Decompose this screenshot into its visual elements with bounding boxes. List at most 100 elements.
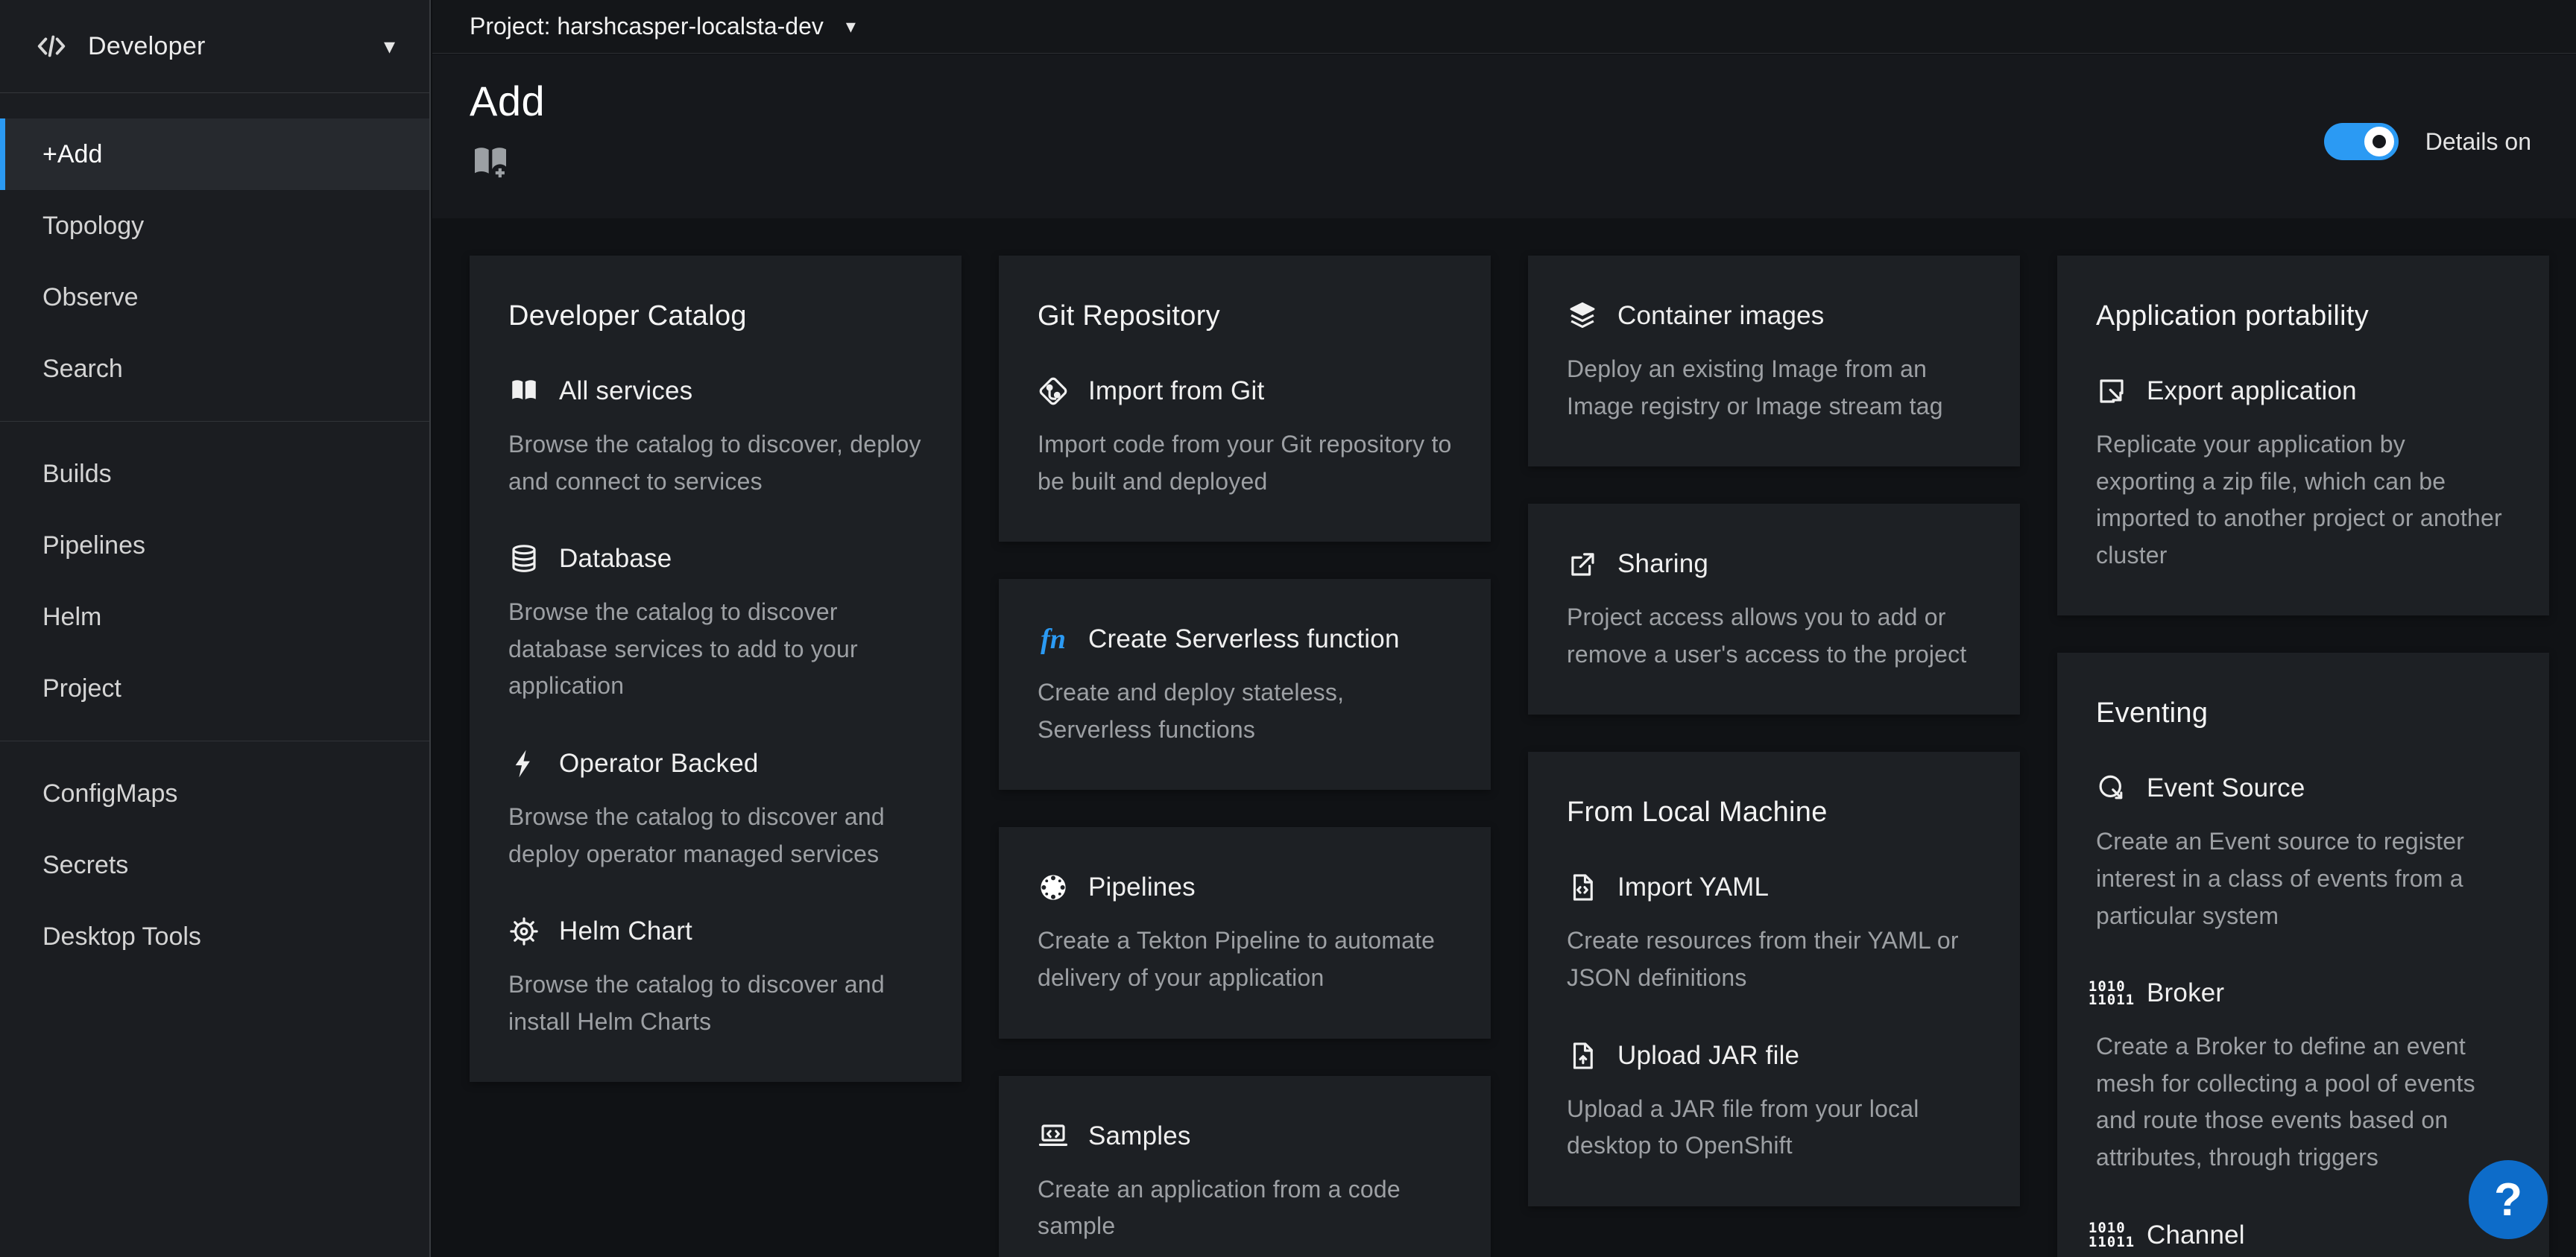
add-card: EventingEvent SourceCreate an Event sour… [2057, 653, 2549, 1257]
project-switcher[interactable]: Project: harshcasper-localsta-dev ▾ [470, 13, 856, 40]
item-label: Sharing [1617, 549, 1708, 579]
add-card-item: All services Browse the catalog to discov… [508, 376, 923, 500]
sidebar-nav: +AddTopologyObserveSearch BuildsPipelines… [0, 93, 429, 972]
add-card-item: 1010 11011ChannelCreate a Knative Channe… [2096, 1220, 2510, 1257]
item-label: Channel [2147, 1220, 2245, 1250]
item-label: All services [559, 376, 692, 406]
add-card-item: Import from GitImport code from your Git… [1038, 376, 1452, 500]
add-card-item: Import YAMLCreate resources from their Y… [1567, 872, 1981, 996]
add-card: Sharing Project access allows you to add … [1528, 504, 2020, 715]
item-label: Export application [2147, 376, 2357, 406]
add-action-event-source[interactable]: Event Source [2096, 773, 2510, 804]
chevron-down-icon: ▾ [384, 34, 395, 60]
item-description: Replicate your application by exporting … [2096, 426, 2510, 574]
add-action-upload-jar-file[interactable]: Upload JAR file [1567, 1040, 1981, 1071]
card-title: Git Repository [1038, 300, 1452, 332]
sidebar-item-search[interactable]: Search [0, 333, 429, 405]
item-label: Samples [1088, 1121, 1191, 1151]
add-action-import-yaml[interactable]: Import YAML [1567, 872, 1981, 903]
item-label: Import YAML [1617, 873, 1769, 902]
share-icon [1567, 548, 1598, 580]
add-card: From Local MachineImport YAMLCreate reso… [1528, 752, 2020, 1206]
page-header: Add Details on [432, 54, 2576, 218]
book-icon [508, 376, 540, 407]
item-label: Database [559, 544, 672, 574]
card-title: Application portability [2096, 300, 2510, 332]
details-toggle-label: Details on [2425, 128, 2531, 156]
channel-icon: 1010 11011 [2096, 1220, 2127, 1251]
add-card: Samples Create an application from a code… [999, 1076, 1491, 1257]
main-content: Add Details on Developer CatalogAll serv… [432, 54, 2576, 1257]
add-action-channel[interactable]: 1010 11011 Channel [2096, 1220, 2510, 1251]
layers-icon [1567, 300, 1598, 332]
add-card-item: Helm Chart Browse the catalog to discover… [508, 916, 923, 1040]
toggle-knob [2364, 127, 2394, 156]
sidebar-item-observe[interactable]: Observe [0, 262, 429, 333]
git-icon [1038, 376, 1069, 407]
sidebar-item-topology[interactable]: Topology [0, 190, 429, 262]
item-description: Browse the catalog to discover and insta… [508, 966, 923, 1040]
item-label: Event Source [2147, 773, 2305, 803]
page-title: Add [470, 77, 2534, 125]
sidebar-item-configmaps[interactable]: ConfigMaps [0, 758, 429, 829]
details-toggle[interactable] [2324, 123, 2399, 160]
add-card-item: Event SourceCreate an Event source to re… [2096, 773, 2510, 934]
nav-divider [0, 421, 429, 422]
sidebar-item-add[interactable]: +Add [0, 118, 429, 190]
sidebar-item-secrets[interactable]: Secrets [0, 829, 429, 901]
database-icon [508, 543, 540, 574]
item-description: Create an application from a code sample [1038, 1171, 1452, 1245]
add-action-import-from-git[interactable]: Import from Git [1038, 376, 1452, 407]
add-card-item: Operator Backed Browse the catalog to dis… [508, 748, 923, 873]
item-description: Upload a JAR file from your local deskto… [1567, 1091, 1981, 1165]
nav-group: +AddTopologyObserveSearch [0, 118, 429, 405]
add-action-sharing[interactable]: Sharing [1567, 548, 1981, 580]
add-action-all-services[interactable]: All services [508, 376, 923, 407]
sidebar-item-helm[interactable]: Helm [0, 581, 429, 653]
add-action-operator-backed[interactable]: Operator Backed [508, 748, 923, 779]
add-card-item: Container images Deploy an existing Image… [1567, 300, 1981, 425]
add-action-broker[interactable]: 1010 11011Broker [2096, 978, 2510, 1009]
perspective-switcher[interactable]: Developer ▾ [0, 0, 429, 93]
add-card: Application portability Export applicatio… [2057, 256, 2549, 615]
add-card-item: 1010 11011Broker Create a Broker to defin… [2096, 978, 2510, 1176]
sidebar: Developer ▾ +AddTopologyObserveSearch Bui… [0, 0, 431, 1257]
item-description: Browse the catalog to discover, deploy a… [508, 426, 923, 500]
add-card: Developer CatalogAll servicesBrowse the … [470, 256, 962, 1082]
add-action-samples[interactable]: Samples [1038, 1121, 1452, 1152]
item-label: Operator Backed [559, 749, 759, 779]
item-description: Project access allows you to add or remo… [1567, 599, 1981, 673]
add-card: Container images Deploy an existing Image… [1528, 256, 2020, 466]
item-label: Import from Git [1088, 376, 1264, 406]
bolt-icon [508, 748, 540, 779]
chevron-down-icon: ▾ [846, 15, 856, 38]
perspective-label: Developer [88, 32, 206, 61]
add-card-item: DatabaseBrowse the catalog to discover d… [508, 543, 923, 705]
export-icon [2096, 376, 2127, 407]
sidebar-item-pipelines[interactable]: Pipelines [0, 510, 429, 581]
item-label: Broker [2147, 978, 2224, 1008]
card-column: Git Repository Import from GitImport code… [999, 256, 1491, 1257]
item-description: Deploy an existing Image from an Image r… [1567, 351, 1981, 425]
add-action-export-application[interactable]: Export application [2096, 376, 2510, 407]
add-action-create-serverless-function[interactable]: fnCreate Serverless function [1038, 624, 1452, 655]
sidebar-item-project[interactable]: Project [0, 653, 429, 724]
guided-tour-book-plus-icon[interactable] [470, 142, 511, 183]
add-card-item: fnCreate Serverless functionCreate and d… [1038, 624, 1452, 748]
add-card: Git Repository Import from GitImport code… [999, 256, 1491, 542]
nav-group: BuildsPipelinesHelmProject [0, 438, 429, 724]
helm-icon [508, 916, 540, 947]
add-action-container-images[interactable]: Container images [1567, 300, 1981, 332]
add-action-pipelines[interactable]: Pipelines [1038, 872, 1452, 903]
item-description: Create a Broker to define an event mesh … [2096, 1028, 2510, 1176]
add-card-item: Sharing Project access allows you to add … [1567, 548, 1981, 673]
add-action-database[interactable]: Database [508, 543, 923, 574]
nav-group: ConfigMapsSecretsDesktop Tools [0, 758, 429, 972]
card-column: Container images Deploy an existing Image… [1528, 256, 2020, 1206]
add-action-helm-chart[interactable]: Helm Chart [508, 916, 923, 947]
sidebar-item-builds[interactable]: Builds [0, 438, 429, 510]
samples-icon [1038, 1121, 1069, 1152]
item-description: Browse the catalog to discover and deplo… [508, 799, 923, 873]
sidebar-item-desktop-tools[interactable]: Desktop Tools [0, 901, 429, 972]
help-button[interactable]: ? [2469, 1160, 2548, 1239]
